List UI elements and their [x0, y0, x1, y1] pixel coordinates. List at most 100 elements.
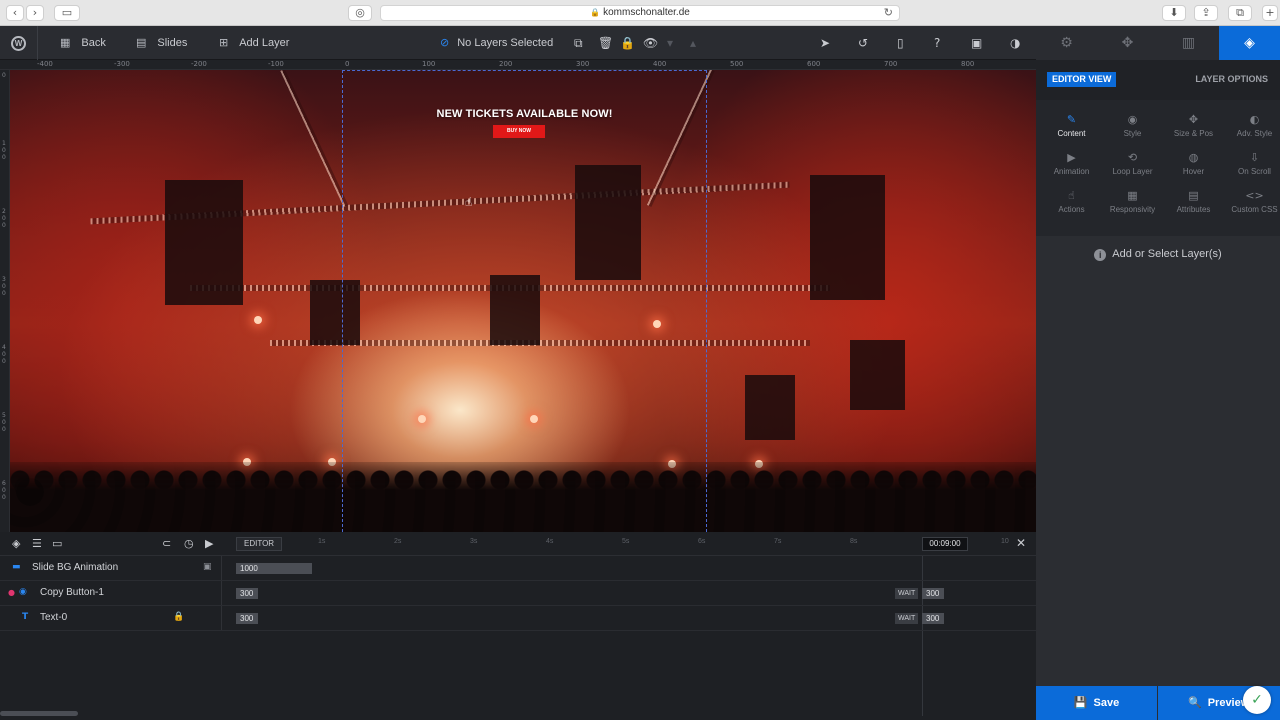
tabs-button[interactable]: ⧉: [1228, 5, 1252, 21]
gear-icon: ⚙: [1060, 35, 1073, 51]
save-button[interactable]: 💾 Save: [1036, 686, 1157, 720]
time-mark: 5s: [622, 538, 630, 545]
time-mark: 8s: [850, 538, 858, 545]
option-style[interactable]: ◉ Style: [1102, 113, 1163, 138]
ruler-label: 0: [2, 72, 6, 79]
lock-icon[interactable]: 🔒: [173, 612, 184, 622]
option-icon: ▤: [1188, 189, 1199, 202]
chevron-left-icon: ‹: [12, 6, 18, 19]
editor-mode-label[interactable]: EDITOR: [236, 537, 283, 551]
sidebar-toggle-button[interactable]: ▭: [54, 5, 80, 21]
current-time[interactable]: 00:09:00: [922, 537, 968, 551]
option-content[interactable]: ✎ Content: [1041, 113, 1102, 138]
add-layer-button[interactable]: ⊞ Add Layer: [219, 26, 289, 60]
magnet-icon[interactable]: ⊂: [162, 537, 171, 550]
slides-label: Slides: [157, 37, 188, 49]
horizontal-scrollbar[interactable]: [0, 711, 78, 716]
ruler-label: 300: [576, 60, 590, 68]
comment-icon[interactable]: ▣: [971, 26, 982, 60]
back-button[interactable]: ▦ Back: [60, 26, 106, 60]
browser-forward-button[interactable]: ›: [26, 5, 44, 21]
list-icon[interactable]: ☰: [32, 537, 42, 550]
tab-settings[interactable]: ⚙: [1036, 26, 1097, 60]
ruler-label: 500: [730, 60, 744, 68]
close-icon[interactable]: ✕: [1016, 536, 1026, 550]
chevron-down-icon[interactable]: ▾: [667, 26, 673, 60]
ruler-label: -400: [37, 60, 53, 68]
timeline-row[interactable]: ● ◉ Copy Button-1 300 WAIT 300: [0, 581, 1036, 606]
play-icon[interactable]: ▶: [205, 537, 213, 550]
chevron-up-icon[interactable]: ▴: [690, 26, 696, 60]
download-button[interactable]: ⬇: [1162, 5, 1186, 21]
stage-truss: [280, 70, 349, 208]
lock-icon[interactable]: 🔒: [620, 26, 635, 60]
image-settings-icon[interactable]: ▣: [203, 562, 212, 572]
new-tab-button[interactable]: +: [1262, 5, 1278, 21]
undo-icon[interactable]: ↺: [858, 26, 868, 60]
folder-icon[interactable]: ▭: [52, 537, 62, 550]
time-mark: 2s: [394, 538, 402, 545]
reader-button[interactable]: ◎: [348, 5, 372, 21]
help-icon[interactable]: ?: [934, 26, 940, 60]
share-button[interactable]: ⇪: [1194, 5, 1218, 21]
wordpress-logo[interactable]: W: [0, 26, 38, 60]
speaker: [745, 375, 795, 440]
eye-icon[interactable]: 👁: [643, 26, 658, 60]
address-bar[interactable]: 🔒 kommschonalter.de ↻: [380, 5, 900, 21]
option-loop-layer[interactable]: ⟲ Loop Layer: [1102, 151, 1163, 176]
reload-icon[interactable]: ↻: [884, 6, 893, 20]
selection-status-text: No Layers Selected: [457, 37, 554, 49]
contrast-icon[interactable]: ◑: [1010, 26, 1020, 60]
slides-icon: ▥: [1181, 35, 1196, 51]
option-actions[interactable]: ☝ Actions: [1041, 189, 1102, 214]
wait-bar[interactable]: 300: [922, 613, 944, 624]
wait-bar[interactable]: 300: [922, 588, 944, 599]
headline-layer[interactable]: NEW TICKETS AVAILABLE NOW!: [342, 108, 707, 120]
sidebar-icon: ▭: [61, 6, 73, 19]
layer-selection-status: ⊘ No Layers Selected: [440, 26, 553, 60]
option-icon: ✎: [1066, 113, 1077, 126]
tab-layers[interactable]: ◈: [1219, 26, 1280, 60]
mobile-view-icon[interactable]: ▯: [897, 26, 904, 60]
slides-button[interactable]: ▤ Slides: [136, 26, 187, 60]
layers-icon[interactable]: ◈: [12, 537, 20, 550]
timer-icon[interactable]: ◷: [184, 537, 194, 550]
duration-bar[interactable]: 300: [236, 613, 258, 624]
trash-icon[interactable]: 🗑: [598, 26, 613, 60]
browser-back-button[interactable]: ‹: [6, 5, 24, 21]
time-mark: 3s: [470, 538, 478, 545]
shield-check-icon[interactable]: ✓: [1243, 686, 1271, 714]
option-on-scroll[interactable]: ⇩ On Scroll: [1224, 151, 1280, 176]
timeline-panel: ◈ ☰ ▭ ⊂ ◷ ▶ EDITOR 1s 2s 3s 4s 5s 6s 7s …: [0, 532, 1036, 720]
option-hover[interactable]: ◍ Hover: [1163, 151, 1224, 176]
image-icon: ▬: [12, 562, 21, 572]
duplicate-icon[interactable]: ⧉: [574, 26, 583, 60]
ruler-label: 400: [653, 60, 667, 68]
buy-now-button-layer[interactable]: BUY NOW: [493, 125, 545, 138]
option-icon: ▦: [1127, 189, 1138, 202]
duration-bar[interactable]: 300: [236, 588, 258, 599]
editor-view-badge[interactable]: EDITOR VIEW: [1047, 72, 1117, 87]
tab-navigation[interactable]: ✥: [1097, 26, 1158, 60]
ruler-label: 100: [2, 140, 6, 161]
cursor-icon[interactable]: ➤: [820, 26, 830, 60]
duration-bar[interactable]: 1000: [236, 563, 312, 574]
option-size-pos[interactable]: ✥ Size & Pos: [1163, 113, 1224, 138]
slide-canvas[interactable]: NEW TICKETS AVAILABLE NOW! BUY NOW ☝: [10, 70, 1036, 532]
layers-icon: ◈: [1244, 35, 1255, 51]
option-animation[interactable]: ▶ Animation: [1041, 151, 1102, 176]
add-layer-label: Add Layer: [239, 37, 290, 49]
dot-icon: ●: [8, 588, 15, 597]
option-label: Loop Layer: [1112, 167, 1153, 176]
option-custom-css[interactable]: <> Custom CSS: [1224, 189, 1280, 214]
option-attributes[interactable]: ▤ Attributes: [1163, 189, 1224, 214]
option-responsivity[interactable]: ▦ Responsivity: [1102, 189, 1163, 214]
option-icon: ☝: [1068, 189, 1075, 202]
ruler-label: 400: [2, 344, 6, 365]
timeline-row[interactable]: ▬ Slide BG Animation ▣ 1000: [0, 556, 1036, 581]
timeline-row[interactable]: T Text-0 🔒 300 WAIT 300: [0, 606, 1036, 631]
option-adv-style[interactable]: ◐ Adv. Style: [1224, 113, 1280, 138]
layer-name: Slide BG Animation: [32, 562, 119, 573]
tab-slides[interactable]: ▥: [1158, 26, 1219, 60]
speaker: [810, 175, 885, 300]
